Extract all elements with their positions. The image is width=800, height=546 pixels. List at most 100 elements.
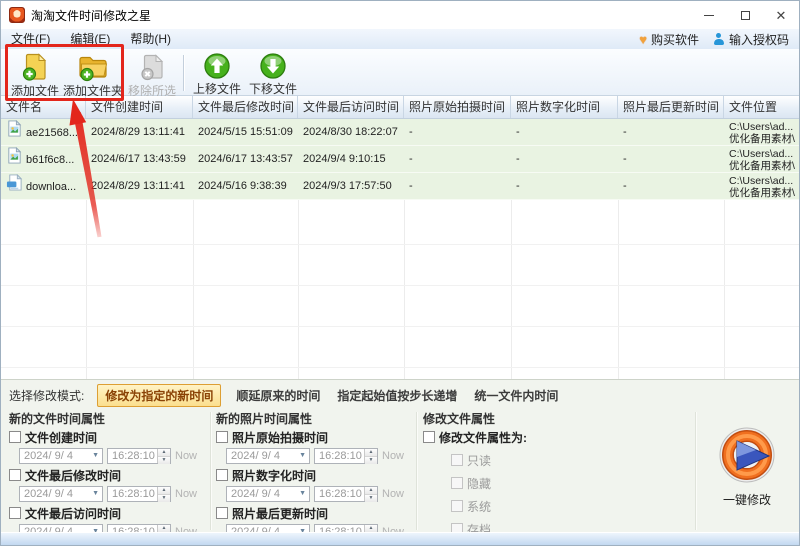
app-icon: [9, 7, 25, 23]
attribute-checkbox-0: [451, 454, 463, 466]
file_time-label-2: 文件最后访问时间: [25, 506, 122, 521]
photo_time-checkbox-2[interactable]: [216, 507, 228, 519]
time-cell: 2024/8/30 18:22:07: [303, 126, 398, 138]
attribute-option-1: 隐藏: [451, 475, 653, 491]
toolbar-button-add-folder[interactable]: 添加文件夹: [60, 52, 126, 98]
column-header-3[interactable]: 文件最后访问时间: [298, 96, 404, 118]
spinner-up-icon: ▲: [158, 486, 170, 494]
file_time-checkbox-row-2[interactable]: 文件最后访问时间: [9, 505, 205, 521]
time-cell: 2024/5/16 9:38:39: [198, 180, 287, 192]
spinner-down-icon: ▼: [158, 493, 170, 502]
one-click-modify-button[interactable]: [718, 426, 776, 484]
time-cell: 2024/9/3 17:57:50: [303, 180, 392, 192]
file-name-cell: ae21568...: [1, 119, 86, 146]
modify-attributes-label: 修改文件属性为:: [439, 430, 527, 445]
file_time-checkbox-row-1[interactable]: 文件最后修改时间: [9, 467, 205, 483]
photo_time-time-spinner-0[interactable]: 16:28:10 ▲ ▼: [314, 447, 378, 464]
photo_time-label-1: 照片数字化时间: [232, 468, 317, 483]
file-location-line2: 优化备用素材\: [729, 187, 795, 199]
column-header-2[interactable]: 文件最后修改时间: [193, 96, 298, 118]
time-cell: 2024/8/29 13:11:41: [91, 180, 185, 192]
photo_time-date-picker-0[interactable]: 2024/ 9/ 4 ▼: [226, 447, 310, 464]
spinner-down-icon: ▼: [365, 493, 377, 502]
menu-item-0[interactable]: 文件(F): [1, 29, 60, 49]
photo_time-checkbox-row-0[interactable]: 照片原始拍摄时间: [216, 429, 412, 445]
photo_time-checkbox-row-1[interactable]: 照片数字化时间: [216, 467, 412, 483]
grid-row-line: [1, 285, 799, 286]
attribute-option-label: 隐藏: [467, 476, 492, 491]
panel-photo-time: 新的照片时间属性 照片原始拍摄时间 2024/ 9/ 4 ▼ 16:28:10 ▲ ▼ No…: [216, 410, 412, 543]
chevron-down-icon: ▼: [92, 490, 99, 497]
photo_time-checkbox-0[interactable]: [216, 431, 228, 443]
photo_time-date-picker-1[interactable]: 2024/ 9/ 4 ▼: [226, 485, 310, 502]
modify-attributes-checkbox[interactable]: [423, 431, 435, 443]
date-value: 2024/ 9/ 4: [231, 487, 280, 500]
file-table-header: 文件名 文件创建时间 文件最后修改时间 文件最后访问时间 照片原始拍摄时间 照片数字化时间…: [1, 96, 799, 119]
toolbar-button-label: 下移文件: [248, 82, 297, 96]
grid-row-line: [1, 244, 799, 245]
buy-heart-icon: ♥: [639, 31, 647, 47]
file-location-line2: 优化备用素材\: [729, 160, 795, 172]
column-header-0[interactable]: 文件名: [1, 96, 86, 118]
file_time-time-spinner-1[interactable]: 16:28:10 ▲ ▼: [107, 485, 171, 502]
mode-tab-2[interactable]: 指定起始值按步长递增: [335, 385, 459, 406]
maximize-icon: [740, 10, 750, 20]
menu-bar: 文件(F) 编辑(E) 帮助(H) ♥ 购买软件 输入授权码: [1, 29, 799, 49]
attribute-checkbox-1: [451, 477, 463, 489]
panel-file-time-title: 新的文件时间属性: [9, 412, 106, 426]
file_time-checkbox-0[interactable]: [9, 431, 21, 443]
file_time-checkbox-2[interactable]: [9, 507, 21, 519]
license-code-link[interactable]: 输入授权码: [713, 31, 789, 48]
file_time-checkbox-1[interactable]: [9, 469, 21, 481]
file-location-line1: C:\Users\ad...: [729, 121, 794, 133]
file_time-date-picker-0[interactable]: 2024/ 9/ 4 ▼: [19, 447, 103, 464]
now-label: Now: [382, 449, 405, 462]
spinner-buttons[interactable]: ▲▼: [157, 448, 170, 464]
panel-separator: [695, 412, 696, 530]
file-location-cell: C:\Users\ad... 优化备用素材\: [724, 146, 799, 173]
file_time-checkbox-row-0[interactable]: 文件创建时间: [9, 429, 205, 445]
column-header-7[interactable]: 文件位置: [724, 96, 799, 118]
photo_time-checkbox-row-2[interactable]: 照片最后更新时间: [216, 505, 412, 521]
photo_time-checkbox-1[interactable]: [216, 469, 228, 481]
mode-bar: 选择修改模式: 修改为指定的新时间 顺延原来的时间 指定起始值按步长递增 统一文件内时…: [9, 383, 795, 407]
file_time-date-picker-1[interactable]: 2024/ 9/ 4 ▼: [19, 485, 103, 502]
now-label: Now: [175, 487, 198, 500]
minimize-button[interactable]: [691, 1, 727, 29]
attribute-option-0: 只读: [451, 452, 653, 468]
time-value: 16:28:10: [319, 449, 362, 462]
table-row-2[interactable]: downloa... 2024/8/29 13:11:41 2024/5/16 9:…: [1, 173, 799, 200]
window-title: 淘淘文件时间修改之星: [31, 8, 152, 23]
image-file-icon: [6, 119, 23, 147]
photo_time-label-0: 照片原始拍摄时间: [232, 430, 329, 445]
mode-tab-3[interactable]: 统一文件内时间: [472, 385, 560, 406]
toolbar-button-add-file[interactable]: 添加文件: [7, 52, 63, 98]
one-click-modify-area: 一键修改: [699, 426, 795, 508]
menu-item-1[interactable]: 编辑(E): [60, 29, 120, 49]
spinner-buttons[interactable]: ▲▼: [364, 486, 377, 502]
file-location-line2: 优化备用素材\: [729, 133, 795, 145]
modify-attributes-checkbox-row[interactable]: 修改文件属性为:: [423, 429, 653, 445]
now-label: Now: [382, 487, 405, 500]
column-header-6[interactable]: 照片最后更新时间: [618, 96, 724, 118]
panel-file-time-items: 文件创建时间 2024/ 9/ 4 ▼ 16:28:10 ▲ ▼ Now 文件最后修改时间 20…: [9, 429, 205, 540]
close-button[interactable]: ✕: [763, 1, 799, 29]
column-header-4[interactable]: 照片原始拍摄时间: [404, 96, 511, 118]
menu-item-2[interactable]: 帮助(H): [120, 29, 181, 49]
file_time-time-spinner-0[interactable]: 16:28:10 ▲ ▼: [107, 447, 171, 464]
table-row-0[interactable]: ae21568... 2024/8/29 13:11:41 2024/5/15 15…: [1, 119, 799, 146]
column-header-5[interactable]: 照片数字化时间: [511, 96, 618, 118]
mode-tab-0[interactable]: 修改为指定的新时间: [97, 383, 222, 407]
toolbar-button-move-down[interactable]: 下移文件: [246, 52, 300, 96]
time-cell: 2024/6/17 13:43:59: [91, 153, 186, 165]
toolbar-button-move-up[interactable]: 上移文件: [191, 52, 243, 96]
table-row-1[interactable]: b61f6c8... 2024/6/17 13:43:59 2024/6/17 13…: [1, 146, 799, 174]
mode-tab-1[interactable]: 顺延原来的时间: [234, 385, 322, 406]
buy-software-link[interactable]: ♥ 购买软件: [639, 31, 699, 48]
spinner-buttons[interactable]: ▲▼: [364, 448, 377, 464]
spinner-buttons[interactable]: ▲▼: [157, 486, 170, 502]
image-file-icon: [6, 146, 23, 174]
photo_time-time-spinner-1[interactable]: 16:28:10 ▲ ▼: [314, 485, 378, 502]
maximize-button[interactable]: [727, 1, 763, 29]
column-header-1[interactable]: 文件创建时间: [86, 96, 193, 118]
